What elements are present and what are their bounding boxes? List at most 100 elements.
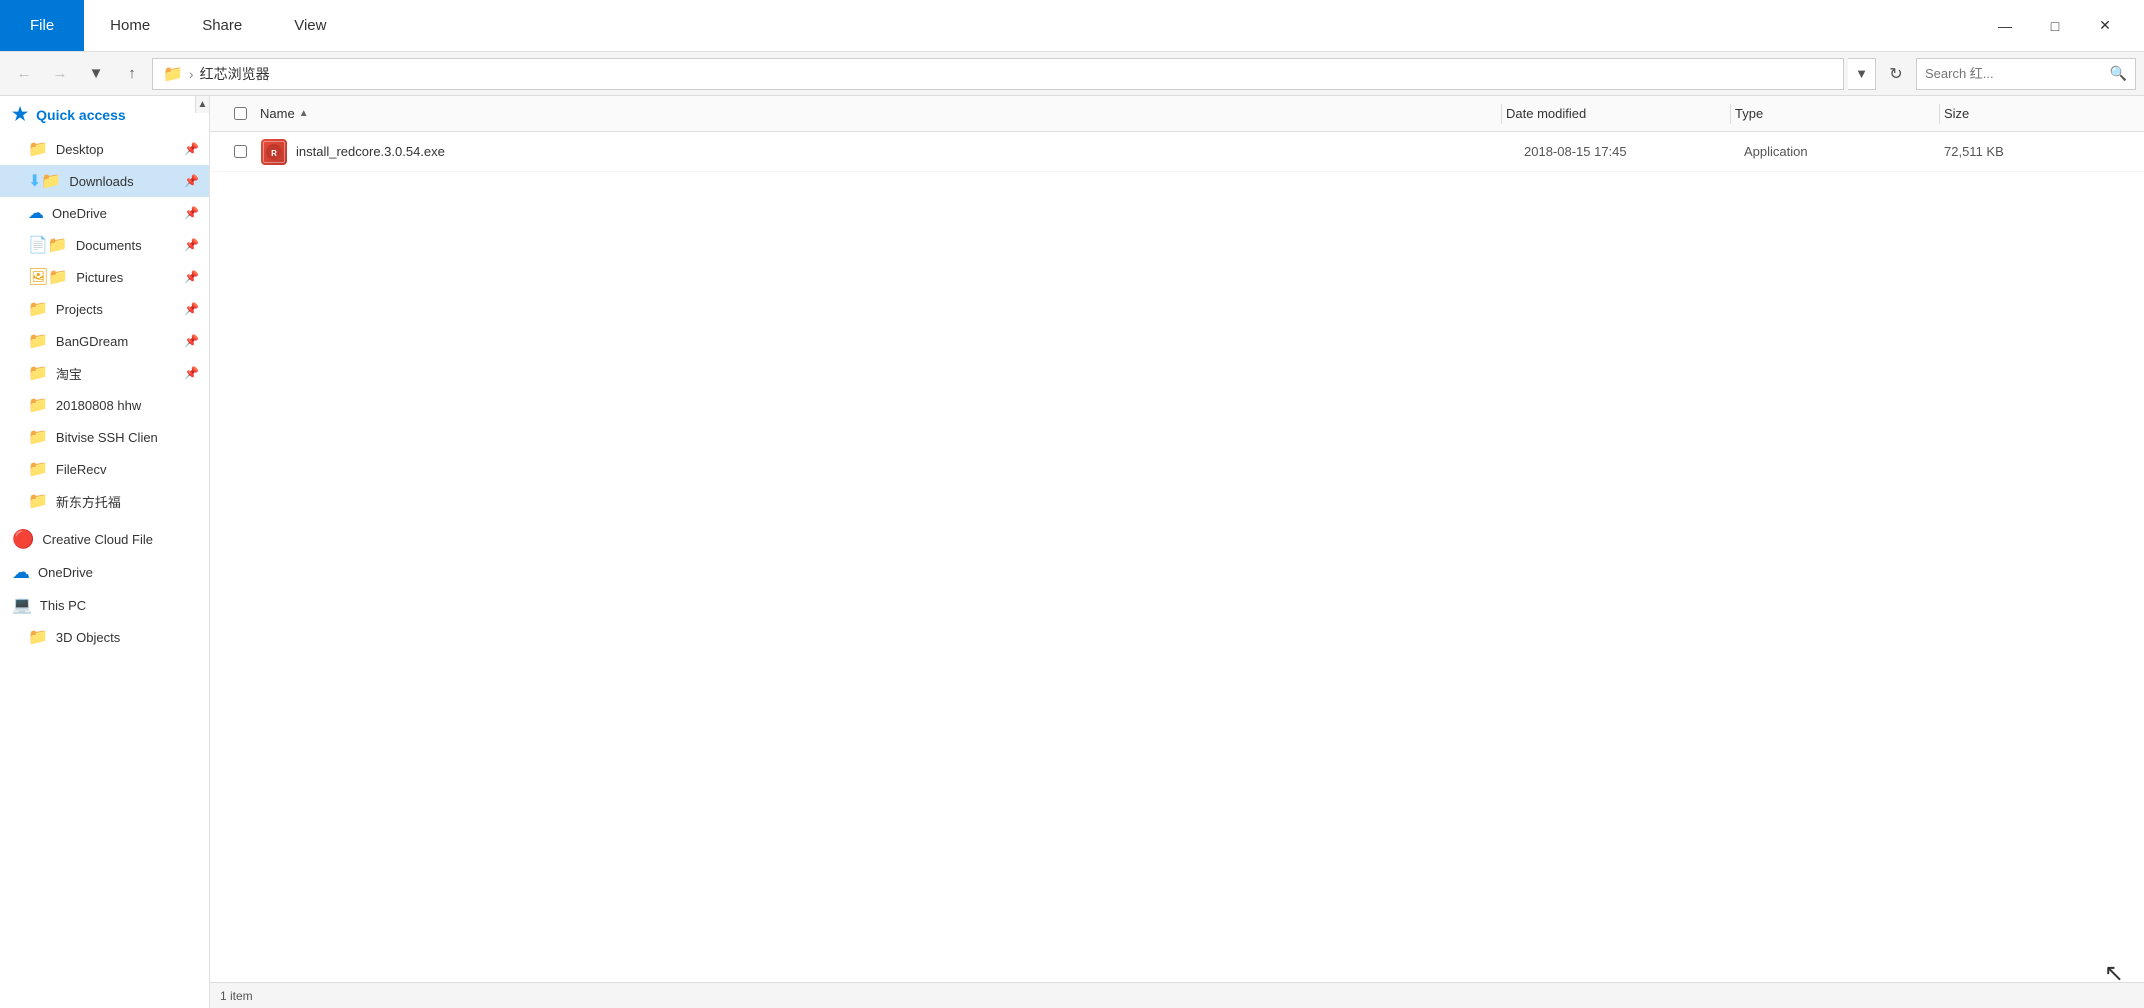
window-controls: — □ ✕ [1982,10,2144,42]
sidebar-quick-access-header[interactable]: ★ Quick access [0,96,209,133]
col-divider-3 [1939,104,1940,124]
sidebar-taobao-label: 淘宝 [56,364,82,383]
col-divider-2 [1730,104,1731,124]
file-size: 72,511 KB [1944,144,2144,159]
onedrive-qa-icon: ☁ [28,203,44,223]
pin-icon-downloads: 📌 [184,174,199,188]
col-header-name[interactable]: Name ▲ [260,106,1497,121]
sidebar-xindongfang-label: 新东方托福 [56,492,121,511]
tab-file[interactable]: File [0,0,84,51]
sidebar-item-downloads[interactable]: ⬇📁 Downloads 📌 [0,165,209,197]
back-button[interactable]: ← [8,58,40,90]
recent-locations-button[interactable]: ▼ [80,58,112,90]
pin-icon-onedrive: 📌 [184,206,199,220]
up-button[interactable]: ↑ [116,58,148,90]
sidebar-item-this-pc[interactable]: 💻 This PC [0,589,209,621]
bangdream-folder-icon: 📁 [28,331,48,351]
table-row[interactable]: R install_redcore.3.0.54.exe 2018-08-15 … [210,132,2144,172]
sidebar-item-bangdream[interactable]: 📁 BanGDream 📌 [0,325,209,357]
col-divider-1 [1501,104,1502,124]
exe-icon: R [261,139,287,165]
row-checkbox[interactable] [234,145,247,158]
desktop-folder-icon: 📁 [28,139,48,159]
sidebar-20180808-label: 20180808 hhw [56,398,141,413]
taobao-folder-icon: 📁 [28,363,48,383]
sidebar-item-onedrive-qa[interactable]: ☁ OneDrive 📌 [0,197,209,229]
file-type: Application [1744,144,1944,159]
sidebar-item-20180808[interactable]: 📁 20180808 hhw [0,389,209,421]
sidebar-onedrive-main-label: OneDrive [38,565,93,580]
address-bar: ← → ▼ ↑ 📁 › 红芯浏览器 ▼ ↻ 🔍 [0,52,2144,96]
bitvise-folder-icon: 📁 [28,427,48,447]
path-separator: › [189,66,194,82]
status-bar: 1 item [210,982,2144,1008]
sidebar-onedrive-qa-label: OneDrive [52,206,107,221]
maximize-button[interactable]: □ [2032,10,2078,42]
file-name: install_redcore.3.0.54.exe [296,144,1524,159]
sidebar-filerecv-label: FileRecv [56,462,107,477]
tab-share[interactable]: Share [176,0,268,51]
close-button[interactable]: ✕ [2082,10,2128,42]
sidebar-bangdream-label: BanGDream [56,334,128,349]
quick-access-label: Quick access [36,107,126,123]
select-all-checkbox[interactable] [234,107,247,120]
sidebar: ▲ ★ Quick access 📁 Desktop 📌 ⬇📁 Download… [0,96,210,1008]
sidebar-item-xindongfang[interactable]: 📁 新东方托福 [0,485,209,517]
status-text: 1 item [220,989,253,1003]
pin-icon-bangdream: 📌 [184,334,199,348]
projects-folder-icon: 📁 [28,299,48,319]
tab-home[interactable]: Home [84,0,176,51]
address-path[interactable]: 📁 › 红芯浏览器 [152,58,1844,90]
minimize-button[interactable]: — [1982,10,2028,42]
this-pc-icon: 💻 [12,595,32,615]
pictures-folder-icon: 🖼📁 [28,267,68,287]
svg-text:R: R [271,149,277,158]
sidebar-3d-objects-label: 3D Objects [56,630,120,645]
pin-icon-projects: 📌 [184,302,199,316]
sidebar-item-bitvise[interactable]: 📁 Bitvise SSH Clien [0,421,209,453]
sidebar-item-taobao[interactable]: 📁 淘宝 📌 [0,357,209,389]
search-box[interactable]: 🔍 [1916,58,2136,90]
sidebar-item-creative-cloud[interactable]: 🔴 Creative Cloud File [0,523,209,556]
file-date-modified: 2018-08-15 17:45 [1524,144,1744,159]
sidebar-pictures-label: Pictures [76,270,123,285]
sidebar-item-3d-objects[interactable]: 📁 3D Objects [0,621,209,653]
col-header-size[interactable]: Size [1944,106,2144,121]
column-headers: Name ▲ Date modified Type Size [210,96,2144,132]
col-header-date[interactable]: Date modified [1506,106,1726,121]
search-input[interactable] [1925,66,2104,81]
filerecv-folder-icon: 📁 [28,459,48,479]
path-folder-icon: 📁 [163,64,183,84]
xindongfang-folder-icon: 📁 [28,491,48,511]
star-icon: ★ [12,104,28,125]
file-icon: R [260,138,288,166]
sidebar-item-pictures[interactable]: 🖼📁 Pictures 📌 [0,261,209,293]
sidebar-item-documents[interactable]: 📄📁 Documents 📌 [0,229,209,261]
3d-objects-folder-icon: 📁 [28,627,48,647]
address-dropdown-button[interactable]: ▼ [1848,58,1876,90]
sidebar-downloads-label: Downloads [69,174,133,189]
sidebar-item-desktop[interactable]: 📁 Desktop 📌 [0,133,209,165]
pin-icon-documents: 📌 [184,238,199,252]
downloads-folder-icon: ⬇📁 [28,171,61,191]
col-header-type[interactable]: Type [1735,106,1935,121]
refresh-button[interactable]: ↻ [1880,58,1912,90]
forward-button[interactable]: → [44,58,76,90]
empty-content-area[interactable] [210,172,2144,982]
tab-view[interactable]: View [268,0,352,51]
sidebar-item-projects[interactable]: 📁 Projects 📌 [0,293,209,325]
sidebar-documents-label: Documents [76,238,142,253]
sidebar-bitvise-label: Bitvise SSH Clien [56,430,158,445]
creative-cloud-icon: 🔴 [12,529,34,550]
sidebar-desktop-label: Desktop [56,142,104,157]
path-text: 红芯浏览器 [200,64,270,84]
20180808-folder-icon: 📁 [28,395,48,415]
onedrive-main-icon: ☁ [12,562,30,583]
title-bar: File Home Share View — □ ✕ [0,0,2144,52]
sidebar-item-filerecv[interactable]: 📁 FileRecv [0,453,209,485]
sort-arrow-name: ▲ [299,108,309,119]
sidebar-scroll-up[interactable]: ▲ [195,96,209,113]
sidebar-item-onedrive-main[interactable]: ☁ OneDrive [0,556,209,589]
sidebar-creative-cloud-label: Creative Cloud File [42,532,153,547]
sidebar-this-pc-label: This PC [40,598,86,613]
